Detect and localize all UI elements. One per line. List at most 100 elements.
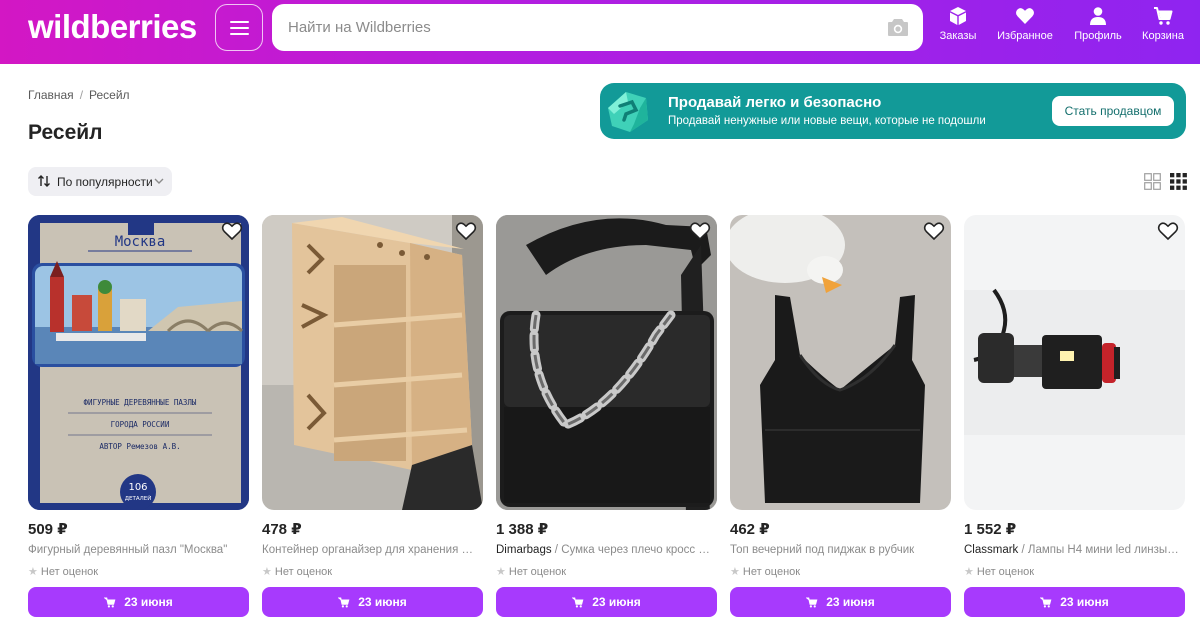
favorite-heart-icon[interactable]	[1157, 221, 1179, 241]
product-rating: ★ Нет оценок	[964, 565, 1034, 578]
product-price: 478 ₽	[262, 521, 302, 538]
nav-favorites-label: Избранное	[997, 30, 1053, 42]
product-image[interactable]	[730, 215, 951, 510]
product-card[interactable]: 1 388 ₽ Dimarbags / Сумка через плечо кр…	[496, 215, 717, 625]
search-input[interactable]	[288, 4, 868, 51]
product-price: 1 552 ₽	[964, 521, 1017, 538]
favorite-heart-icon[interactable]	[923, 221, 945, 241]
favorite-heart-icon[interactable]	[455, 221, 477, 241]
nav-profile-label: Профиль	[1074, 30, 1122, 42]
menu-button[interactable]	[215, 4, 263, 51]
product-image[interactable]	[496, 215, 717, 510]
promo-logo-icon	[608, 92, 648, 132]
page-title: Ресейл	[28, 121, 103, 144]
logo[interactable]: wildberries	[28, 8, 197, 46]
delivery-date: 23 июня	[1060, 595, 1109, 609]
grid-small-view-icon[interactable]	[1170, 173, 1187, 190]
nav-cart-label: Корзина	[1142, 30, 1184, 42]
nav-orders[interactable]: Заказы	[927, 6, 989, 42]
add-to-cart-button[interactable]: 23 июня	[730, 587, 951, 617]
add-to-cart-button[interactable]: 23 июня	[496, 587, 717, 617]
product-card[interactable]: 478 ₽ Контейнер органайзер для хранения …	[262, 215, 483, 625]
product-rating: ★ Нет оценок	[28, 565, 98, 578]
delivery-date: 23 июня	[592, 595, 641, 609]
sort-label: По популярности	[57, 175, 153, 189]
add-to-cart-button[interactable]: 23 июня	[262, 587, 483, 617]
product-card[interactable]: 1 552 ₽ Classmark / Лампы H4 мини led ли…	[964, 215, 1185, 625]
header: wildberries Заказы Избранное Профиль	[0, 0, 1200, 64]
box-icon	[950, 7, 966, 25]
promo-title: Продавай легко и безопасно	[668, 94, 882, 111]
nav-favorites[interactable]: Избранное	[994, 6, 1056, 42]
product-rating-text: Нет оценок	[40, 566, 99, 578]
product-title: Топ вечерний под пиджак в рубчик	[730, 544, 915, 556]
add-to-cart-button[interactable]: 23 июня	[28, 587, 249, 617]
star-icon: ★	[262, 566, 272, 578]
delivery-date: 23 июня	[358, 595, 407, 609]
product-image[interactable]	[262, 215, 483, 510]
puzzle-line2-text: ГОРОДА РОССИИ	[111, 420, 170, 429]
cart-icon	[805, 597, 818, 608]
product-rating: ★ Нет оценок	[730, 565, 800, 578]
puzzle-pieces-text: 106	[128, 482, 147, 493]
puzzle-line1-text: ФИГУРНЫЕ ДЕРЕВЯННЫЕ ПАЗЛЫ	[84, 398, 197, 407]
delivery-date: 23 июня	[826, 595, 875, 609]
add-to-cart-button[interactable]: 23 июня	[964, 587, 1185, 617]
sort-icon	[38, 175, 50, 187]
promo-subtitle: Продавай ненужные или новые вещи, которы…	[668, 115, 986, 127]
product-rating: ★ Нет оценок	[496, 565, 566, 578]
product-title: / Сумка через плечо кросс б...	[551, 544, 712, 556]
product-title: Контейнер органайзер для хранения вл...	[262, 544, 478, 556]
nav-cart[interactable]: Корзина	[1132, 6, 1194, 42]
puzzle-line3-text: АВТОР Ремезов А.В.	[99, 442, 180, 451]
product-brand[interactable]: Classmark	[964, 544, 1018, 556]
puzzle-pieces-label: ДЕТАЛЕЙ	[125, 495, 152, 502]
cart-icon	[337, 597, 350, 608]
favorite-heart-icon[interactable]	[221, 221, 243, 241]
product-rating-text: Нет оценок	[508, 566, 567, 578]
breadcrumb-current: Ресейл	[89, 88, 130, 102]
product-name[interactable]: Топ вечерний под пиджак в рубчик	[730, 544, 946, 556]
delivery-date: 23 июня	[124, 595, 173, 609]
nav-profile[interactable]: Профиль	[1067, 6, 1129, 42]
product-name[interactable]: Контейнер органайзер для хранения вл...	[262, 544, 478, 556]
product-price: 1 388 ₽	[496, 521, 549, 538]
chevron-down-icon	[154, 178, 164, 184]
grid-large-view-icon[interactable]	[1144, 173, 1161, 190]
product-price: 509 ₽	[28, 521, 68, 538]
breadcrumb-home[interactable]: Главная	[28, 88, 74, 102]
product-price: 462 ₽	[730, 521, 770, 538]
breadcrumb: Главная / Ресейл	[28, 88, 130, 102]
product-brand[interactable]: Dimarbags	[496, 544, 552, 556]
star-icon: ★	[28, 566, 38, 578]
product-card[interactable]: Москва ФИГУРНЫЕ ДЕРЕВЯННЫЕ ПАЗЛЫ ГОРОДА …	[28, 215, 249, 625]
heart-icon	[1016, 8, 1034, 24]
promo-banner[interactable]: Продавай легко и безопасно Продавай нену…	[600, 83, 1186, 139]
product-image[interactable]	[964, 215, 1185, 510]
product-rating-text: Нет оценок	[742, 566, 801, 578]
product-name[interactable]: Classmark / Лампы H4 мини led линзы Y...	[964, 544, 1180, 556]
sort-dropdown[interactable]: По популярности	[28, 167, 172, 196]
puzzle-city-text: Москва	[115, 234, 166, 250]
become-seller-button[interactable]: Стать продавцом	[1052, 96, 1174, 126]
cart-icon	[1154, 7, 1173, 25]
cart-icon	[103, 597, 116, 608]
product-rating: ★ Нет оценок	[262, 565, 332, 578]
product-title: Фигурный деревянный пазл "Москва"	[28, 544, 228, 556]
camera-icon[interactable]	[887, 17, 909, 37]
star-icon: ★	[964, 566, 974, 578]
product-title: / Лампы H4 мини led линзы Y...	[1018, 544, 1181, 556]
nav-orders-label: Заказы	[939, 30, 977, 42]
product-image[interactable]: Москва ФИГУРНЫЕ ДЕРЕВЯННЫЕ ПАЗЛЫ ГОРОДА …	[28, 215, 249, 510]
product-rating-text: Нет оценок	[976, 566, 1035, 578]
product-name[interactable]: Dimarbags / Сумка через плечо кросс б...	[496, 544, 712, 556]
user-icon	[1090, 7, 1106, 25]
search-bar	[272, 4, 923, 51]
product-rating-text: Нет оценок	[274, 566, 333, 578]
favorite-heart-icon[interactable]	[689, 221, 711, 241]
product-name[interactable]: Фигурный деревянный пазл "Москва"	[28, 544, 244, 556]
product-card[interactable]: 462 ₽ Топ вечерний под пиджак в рубчик ★…	[730, 215, 951, 625]
cart-icon	[1039, 597, 1052, 608]
star-icon: ★	[730, 566, 740, 578]
cart-icon	[571, 597, 584, 608]
